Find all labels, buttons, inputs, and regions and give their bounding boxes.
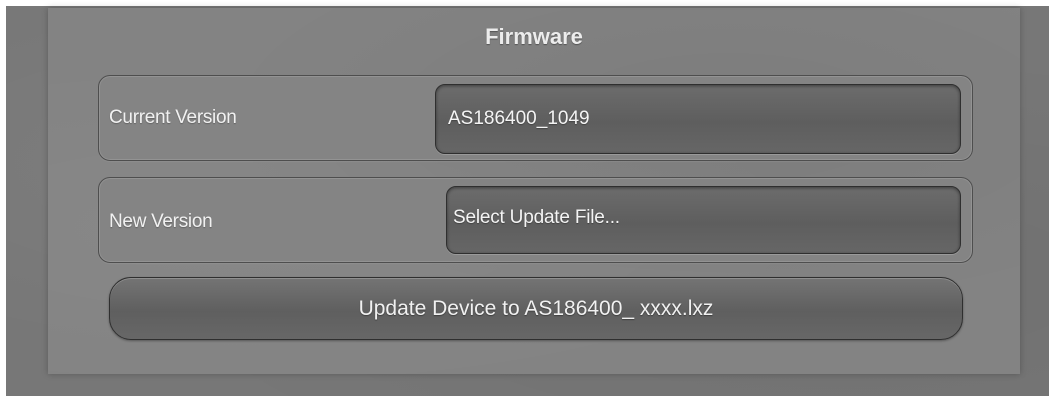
current-version-field: AS186400_1049	[435, 84, 961, 154]
firmware-frame: Firmware Current Version AS186400_1049 N…	[6, 6, 1049, 396]
update-device-button[interactable]: Update Device to AS186400_ xxxx.lxz	[109, 277, 963, 340]
current-version-row: Current Version AS186400_1049	[98, 75, 973, 161]
current-version-label: Current Version	[109, 107, 237, 128]
new-version-row: New Version Select Update File...	[98, 177, 973, 263]
new-version-label: New Version	[109, 211, 213, 232]
firmware-panel: Firmware Current Version AS186400_1049 N…	[48, 8, 1020, 374]
select-update-file-button[interactable]: Select Update File...	[446, 186, 961, 254]
panel-title: Firmware	[485, 24, 583, 49]
